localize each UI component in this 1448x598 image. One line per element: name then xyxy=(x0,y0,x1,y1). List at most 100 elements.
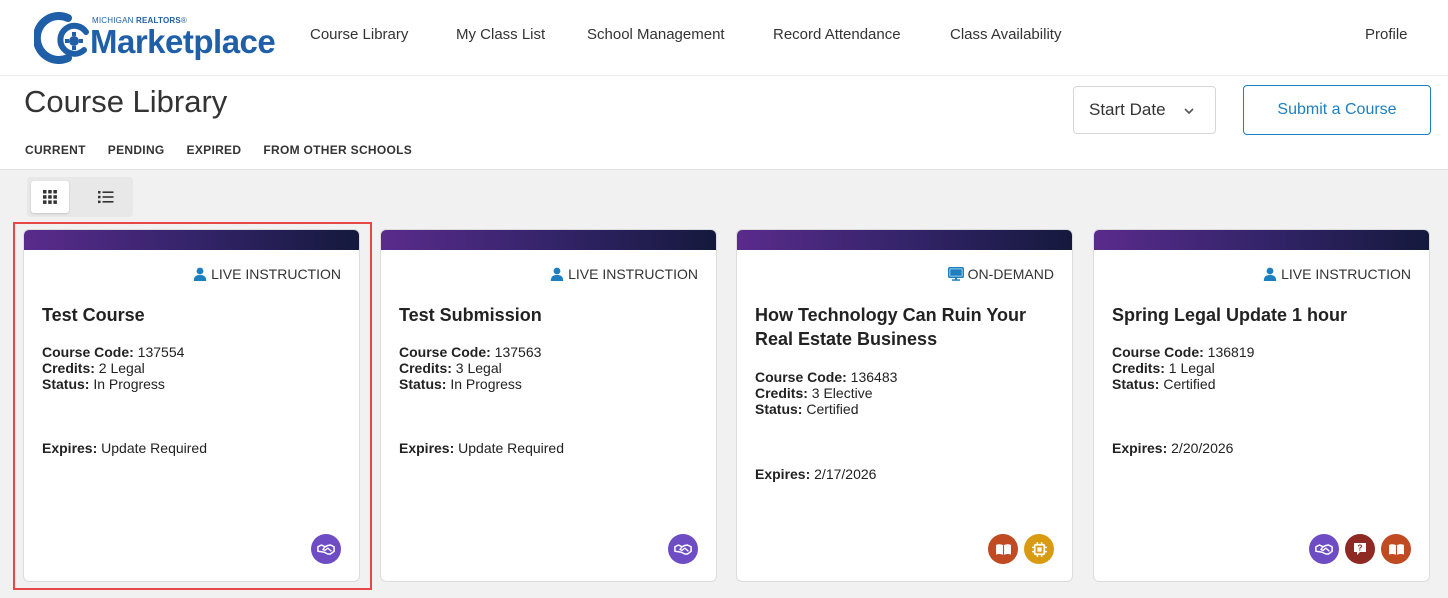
grid-view-button[interactable] xyxy=(31,181,69,213)
card-header-bar xyxy=(381,230,716,250)
sort-select[interactable]: Start Date xyxy=(1073,86,1216,134)
course-card-test-course[interactable]: LIVE INSTRUCTION Test Course Course Code… xyxy=(23,229,360,582)
sort-select-value: Start Date xyxy=(1089,100,1166,119)
card-header-bar xyxy=(24,230,359,250)
course-type-text: ON-DEMAND xyxy=(967,266,1054,282)
book-icon xyxy=(988,534,1018,564)
status-row: Status: In Progress xyxy=(399,376,699,392)
status-value: In Progress xyxy=(446,376,522,392)
course-code-row: Course Code: 136819 xyxy=(1112,344,1412,360)
tab-pending[interactable]: PENDING xyxy=(108,143,165,157)
credits-value: 2 Legal xyxy=(94,360,145,376)
expires-row: Expires: 2/20/2026 xyxy=(1112,440,1233,456)
course-code-row: Course Code: 137554 xyxy=(42,344,342,360)
delivery-icons xyxy=(668,534,698,564)
person-icon xyxy=(550,267,564,281)
course-details: Course Code: 137554 Credits: 2 Legal Sta… xyxy=(42,344,342,392)
list-view-button[interactable] xyxy=(87,181,125,213)
nav-school-management[interactable]: School Management xyxy=(587,26,725,43)
course-code-label: Course Code: xyxy=(42,344,134,360)
credits-label: Credits: xyxy=(42,360,95,376)
credits-label: Credits: xyxy=(755,385,808,401)
credits-value: 1 Legal xyxy=(1164,360,1215,376)
status-label: Status: xyxy=(755,401,803,417)
credits-label: Credits: xyxy=(1112,360,1165,376)
delivery-icons xyxy=(1309,534,1411,564)
handshake-icon xyxy=(668,534,698,564)
expires-value: Update Required xyxy=(97,440,207,456)
expires-label: Expires: xyxy=(1112,440,1168,456)
course-type-label: LIVE INSTRUCTION xyxy=(550,266,698,282)
course-title: How Technology Can Ruin Your Real Estate… xyxy=(755,305,1027,349)
course-type-text: LIVE INSTRUCTION xyxy=(568,266,698,282)
course-code-row: Course Code: 136483 xyxy=(755,369,1055,385)
expires-label: Expires: xyxy=(755,466,811,482)
course-type-label: ON-DEMAND xyxy=(948,266,1054,282)
nav-profile[interactable]: Profile xyxy=(1365,26,1408,43)
course-code-value: 136483 xyxy=(846,369,898,385)
status-label: Status: xyxy=(1112,376,1160,392)
course-code-row: Course Code: 137563 xyxy=(399,344,699,360)
status-value: In Progress xyxy=(89,376,165,392)
person-icon xyxy=(193,267,207,281)
course-title: Spring Legal Update 1 hour xyxy=(1112,305,1348,325)
status-row: Status: Certified xyxy=(1112,376,1412,392)
person-icon xyxy=(1263,267,1277,281)
tab-from-other-schools[interactable]: FROM OTHER SCHOOLS xyxy=(263,143,412,157)
status-row: Status: Certified xyxy=(755,401,1055,417)
tab-expired[interactable]: EXPIRED xyxy=(187,143,242,157)
course-details: Course Code: 136819 Credits: 1 Legal Sta… xyxy=(1112,344,1412,392)
expires-value: 2/20/2026 xyxy=(1167,440,1234,456)
credits-row: Credits: 2 Legal xyxy=(42,360,342,376)
top-navigation: MICHIGAN REALTORS® Marketplace Course Li… xyxy=(0,0,1448,76)
view-toggle xyxy=(27,177,133,217)
course-code-label: Course Code: xyxy=(399,344,491,360)
course-code-value: 137563 xyxy=(490,344,542,360)
course-title: Test Submission xyxy=(399,305,542,325)
course-card-how-technology[interactable]: ON-DEMAND How Technology Can Ruin Your R… xyxy=(736,229,1073,582)
tab-current[interactable]: CURRENT xyxy=(25,143,86,157)
expires-row: Expires: Update Required xyxy=(399,440,564,456)
status-value: Certified xyxy=(802,401,859,417)
logo-wordmark: Marketplace xyxy=(90,23,276,60)
course-type-label: LIVE INSTRUCTION xyxy=(1263,266,1411,282)
handshake-icon xyxy=(1309,534,1339,564)
status-row: Status: In Progress xyxy=(42,376,342,392)
nav-class-availability[interactable]: Class Availability xyxy=(950,26,1061,43)
course-card-spring-legal-update[interactable]: LIVE INSTRUCTION Spring Legal Update 1 h… xyxy=(1093,229,1430,582)
status-tabs: CURRENT PENDING EXPIRED FROM OTHER SCHOO… xyxy=(25,143,412,157)
expires-label: Expires: xyxy=(399,440,455,456)
chip-icon xyxy=(1024,534,1054,564)
card-header-bar xyxy=(1094,230,1429,250)
course-code-value: 136819 xyxy=(1203,344,1255,360)
nav-my-class-list[interactable]: My Class List xyxy=(456,26,545,43)
course-title: Test Course xyxy=(42,305,145,325)
monitor-icon xyxy=(948,267,964,281)
status-label: Status: xyxy=(399,376,447,392)
book-icon xyxy=(1381,534,1411,564)
expires-value: 2/17/2026 xyxy=(810,466,877,482)
chevron-down-icon xyxy=(1184,108,1194,115)
handshake-icon xyxy=(311,534,341,564)
grid-icon xyxy=(43,190,57,204)
expires-value: Update Required xyxy=(454,440,564,456)
delivery-icons xyxy=(988,534,1054,564)
credits-row: Credits: 3 Legal xyxy=(399,360,699,376)
course-type-text: LIVE INSTRUCTION xyxy=(1281,266,1411,282)
status-value: Certified xyxy=(1159,376,1216,392)
question-icon xyxy=(1345,534,1375,564)
card-header-bar xyxy=(737,230,1072,250)
course-type-text: LIVE INSTRUCTION xyxy=(211,266,341,282)
expires-row: Expires: Update Required xyxy=(42,440,207,456)
page-title: Course Library xyxy=(24,84,228,119)
delivery-icons xyxy=(311,534,341,564)
list-icon xyxy=(98,191,114,204)
status-label: Status: xyxy=(42,376,90,392)
nav-record-attendance[interactable]: Record Attendance xyxy=(773,26,901,43)
course-card-test-submission[interactable]: LIVE INSTRUCTION Test Submission Course … xyxy=(380,229,717,582)
marketplace-logo[interactable]: MICHIGAN REALTORS® Marketplace xyxy=(34,10,276,66)
course-code-value: 137554 xyxy=(133,344,185,360)
expires-row: Expires: 2/17/2026 xyxy=(755,466,876,482)
submit-course-button[interactable]: Submit a Course xyxy=(1243,85,1431,135)
nav-course-library[interactable]: Course Library xyxy=(310,26,408,43)
